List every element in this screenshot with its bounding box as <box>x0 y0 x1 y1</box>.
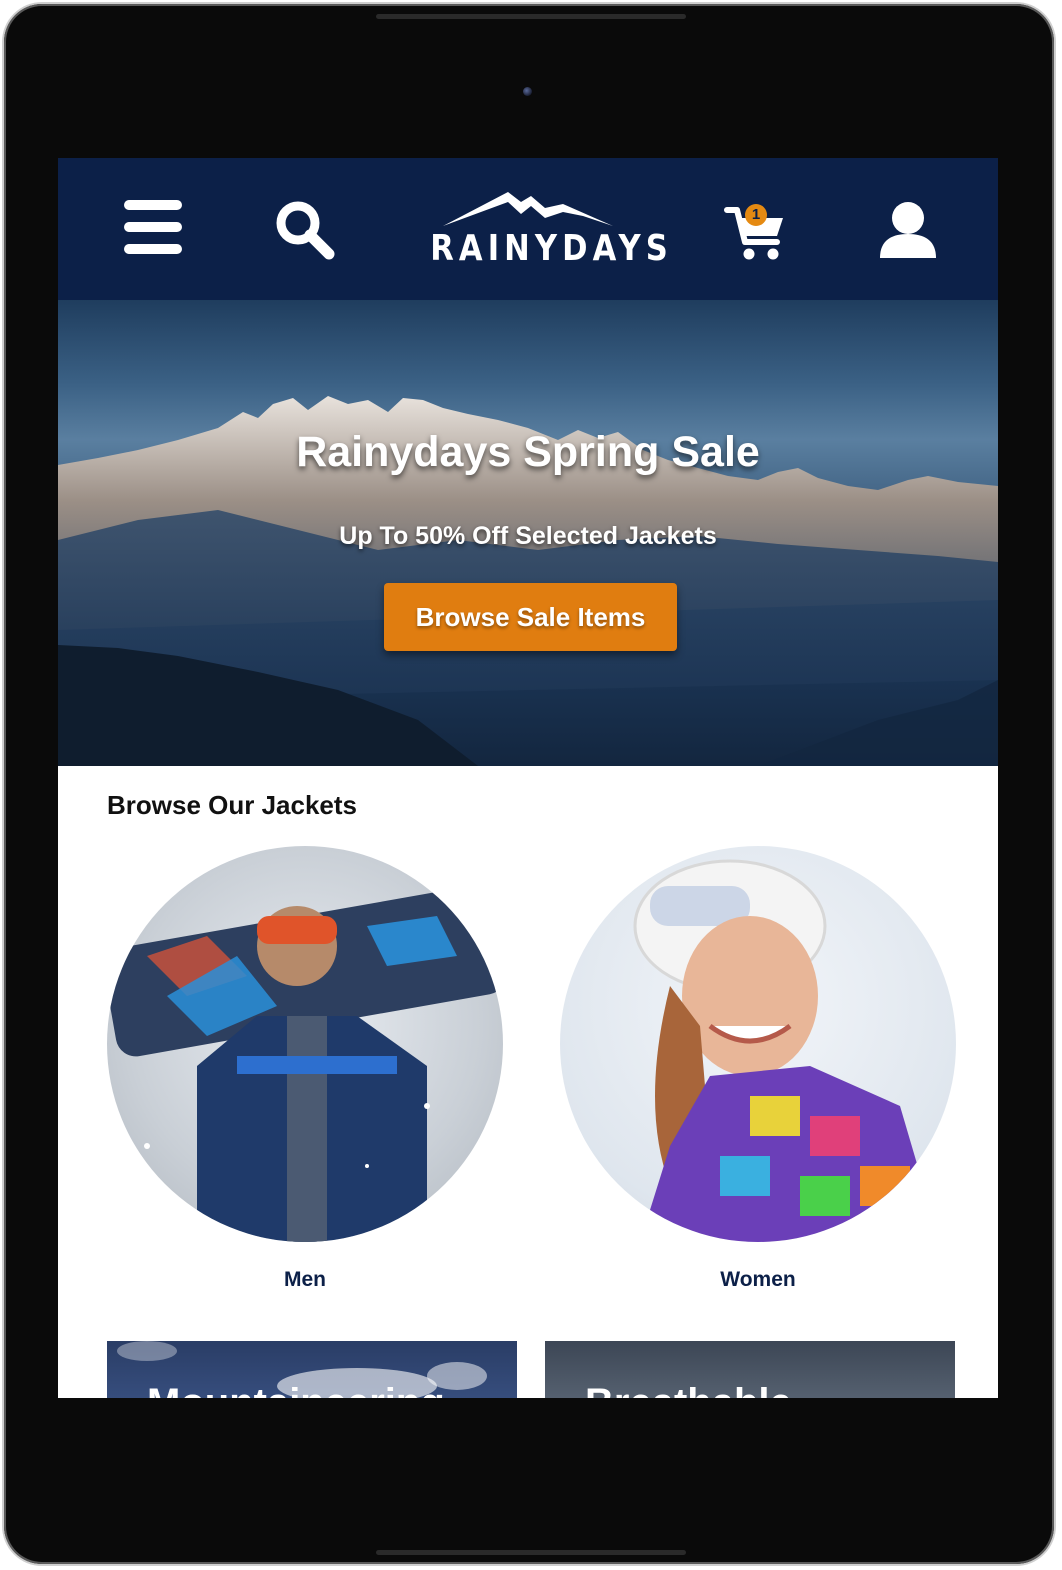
device-top-edge <box>376 14 686 19</box>
men-category-link[interactable]: Men <box>107 1268 503 1292</box>
cart-count-badge: 1 <box>745 204 767 226</box>
browse-sale-button[interactable]: Browse Sale Items <box>384 583 677 651</box>
women-category-image[interactable] <box>560 846 956 1242</box>
women-category-link[interactable]: Women <box>560 1268 956 1292</box>
device-bottom-edge <box>376 1550 686 1555</box>
screen: RAINYDAYS 1 Rainydays Spring Sale Up To … <box>58 158 998 1398</box>
mountain-logo-icon <box>443 192 613 226</box>
breathable-card[interactable]: Breathable <box>545 1341 955 1398</box>
breathable-title: Breathable <box>585 1381 792 1398</box>
men-category-image[interactable] <box>107 846 503 1242</box>
camera-icon <box>523 87 532 96</box>
brand-logo[interactable]: RAINYDAYS <box>413 186 673 276</box>
hero-banner: Rainydays Spring Sale Up To 50% Off Sele… <box>58 300 998 766</box>
top-navigation: RAINYDAYS 1 <box>58 158 998 300</box>
mountaineering-card[interactable]: Mountaineering <box>107 1341 517 1398</box>
brand-name: RAINYDAYS <box>430 228 673 269</box>
hero-title: Rainydays Spring Sale <box>296 428 760 476</box>
section-title: Browse Our Jackets <box>107 790 358 820</box>
hero-subtitle: Up To 50% Off Selected Jackets <box>339 522 717 550</box>
search-icon[interactable] <box>273 198 337 262</box>
mountaineering-title: Mountaineering <box>147 1381 445 1398</box>
user-icon[interactable] <box>876 198 940 262</box>
menu-icon[interactable] <box>124 200 184 260</box>
cart-icon[interactable]: 1 <box>723 200 789 266</box>
